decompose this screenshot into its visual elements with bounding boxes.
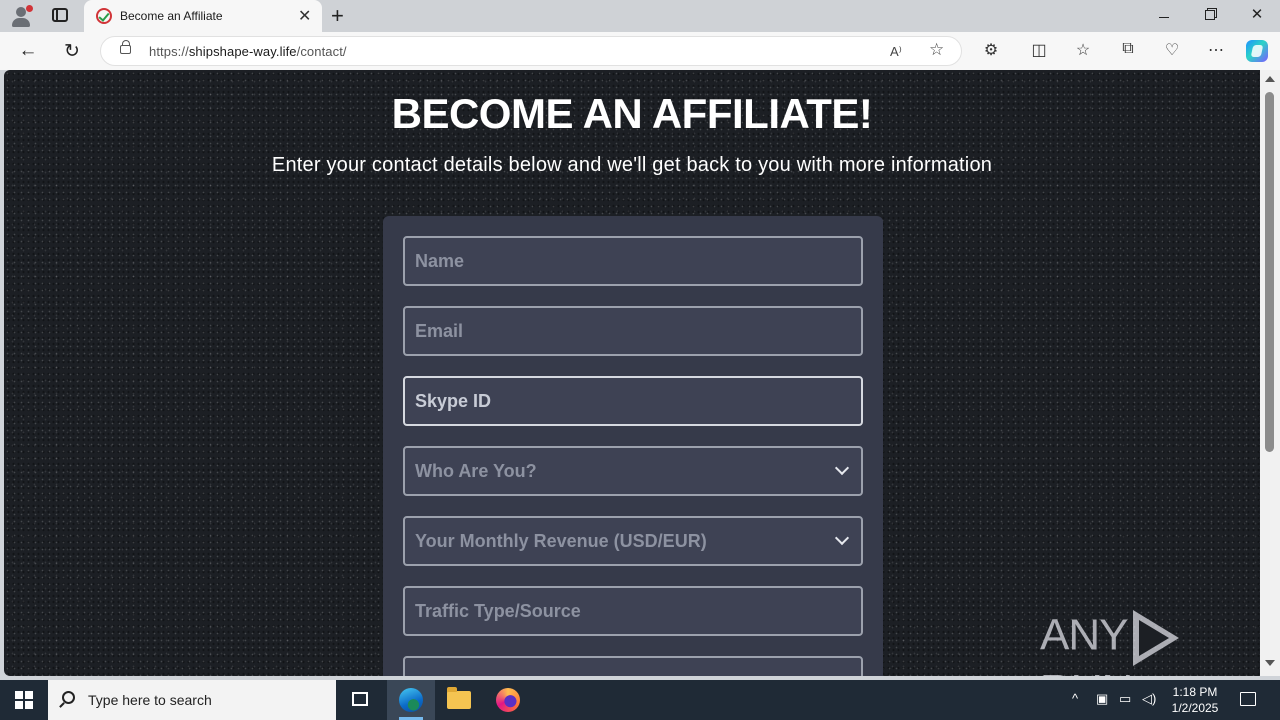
task-view-icon[interactable]: [352, 692, 368, 706]
page-viewport: BECOME AN AFFILIATE! Enter your contact …: [4, 70, 1260, 676]
firefox-icon: [496, 688, 520, 712]
address-bar[interactable]: https://shipshape-way.life/contact/ A⁾ ☆: [100, 36, 962, 66]
taskbar-search[interactable]: Type here to search: [48, 680, 336, 720]
skype-id-input[interactable]: [405, 378, 861, 424]
play-logo-icon: [1133, 610, 1180, 666]
tray-device-icon[interactable]: ▣: [1096, 691, 1108, 707]
browser-essentials-icon[interactable]: ♡: [1161, 40, 1183, 60]
clock-time: 1:18 PM: [1172, 685, 1218, 699]
taskbar-file-explorer[interactable]: [435, 680, 483, 720]
who-are-you-label: Who Are You?: [415, 461, 537, 481]
more-menu-icon[interactable]: ⋯: [1205, 40, 1227, 60]
folder-icon: [447, 687, 471, 709]
favorite-star-icon[interactable]: ☆: [929, 40, 944, 60]
taskbar-edge[interactable]: [387, 680, 435, 720]
chevron-down-icon: [834, 530, 850, 546]
notifications-icon[interactable]: [1240, 692, 1256, 706]
tab-become-an-affiliate[interactable]: Become an Affiliate ✕: [84, 0, 322, 32]
new-tab-button[interactable]: +: [331, 3, 344, 29]
tab-close-icon[interactable]: ✕: [298, 6, 311, 26]
monthly-revenue-label: Your Monthly Revenue (USD/EUR): [415, 531, 707, 551]
copilot-icon[interactable]: [1246, 40, 1268, 62]
taskbar: Type here to search ^ ▣ ▭ ◁) 1:18 PM 1/2…: [0, 680, 1280, 720]
traffic-field[interactable]: [403, 586, 863, 636]
collections-icon[interactable]: ⧉: [1117, 40, 1139, 58]
search-icon: [62, 691, 75, 704]
minimize-button[interactable]: [1141, 5, 1187, 22]
back-button[interactable]: ←: [16, 40, 40, 62]
windows-start-icon[interactable]: [15, 691, 33, 709]
taskbar-clock[interactable]: 1:18 PM 1/2/2025: [1168, 684, 1222, 716]
scrollbar-thumb[interactable]: [1265, 92, 1274, 452]
scroll-down-icon[interactable]: [1265, 660, 1275, 666]
edge-icon: [399, 688, 423, 712]
read-aloud-icon[interactable]: A⁾: [890, 44, 902, 60]
reload-button[interactable]: ↻: [60, 40, 84, 63]
monthly-revenue-select[interactable]: Your Monthly Revenue (USD/EUR): [403, 516, 863, 566]
split-screen-icon[interactable]: ◫: [1028, 40, 1050, 60]
site-favicon-icon: [96, 8, 112, 24]
email-field[interactable]: [403, 306, 863, 356]
tab-strip: Become an Affiliate ✕ + ✕: [0, 0, 1280, 32]
page-subtitle: Enter your contact details below and we'…: [271, 154, 993, 176]
traffic-source-input[interactable]: [405, 588, 861, 634]
tab-actions-icon[interactable]: [52, 8, 68, 22]
page-scrollbar[interactable]: [1260, 70, 1280, 676]
email-input[interactable]: [405, 308, 861, 354]
clock-date: 1/2/2025: [1171, 701, 1219, 715]
anyrun-watermark: ANYRUN: [1040, 610, 1260, 676]
restore-button[interactable]: [1187, 5, 1233, 24]
tab-title: Become an Affiliate: [120, 9, 223, 23]
affiliate-form: Who Are You? Your Monthly Revenue (USD/E…: [383, 216, 883, 676]
scroll-up-icon[interactable]: [1265, 76, 1275, 82]
taskbar-firefox[interactable]: [484, 680, 532, 720]
volume-icon[interactable]: ◁): [1142, 691, 1156, 707]
who-are-you-select[interactable]: Who Are You?: [403, 446, 863, 496]
network-icon[interactable]: ▭: [1119, 691, 1131, 707]
extensions-icon[interactable]: ⚙: [980, 40, 1002, 60]
lock-icon[interactable]: [120, 40, 131, 54]
profile-icon[interactable]: [10, 5, 33, 27]
skype-field[interactable]: [403, 376, 863, 426]
taskbar-search-placeholder: Type here to search: [88, 692, 212, 708]
next-field-partial[interactable]: [403, 656, 863, 676]
chevron-down-icon: [834, 460, 850, 476]
window-close-button[interactable]: ✕: [1234, 5, 1280, 23]
name-input[interactable]: [405, 238, 861, 284]
favorites-icon[interactable]: ☆: [1072, 40, 1094, 60]
page-title: BECOME AN AFFILIATE!: [391, 90, 873, 137]
tray-chevron-up-icon[interactable]: ^: [1072, 691, 1078, 706]
url-text[interactable]: https://shipshape-way.life/contact/: [149, 44, 347, 59]
name-field[interactable]: [403, 236, 863, 286]
